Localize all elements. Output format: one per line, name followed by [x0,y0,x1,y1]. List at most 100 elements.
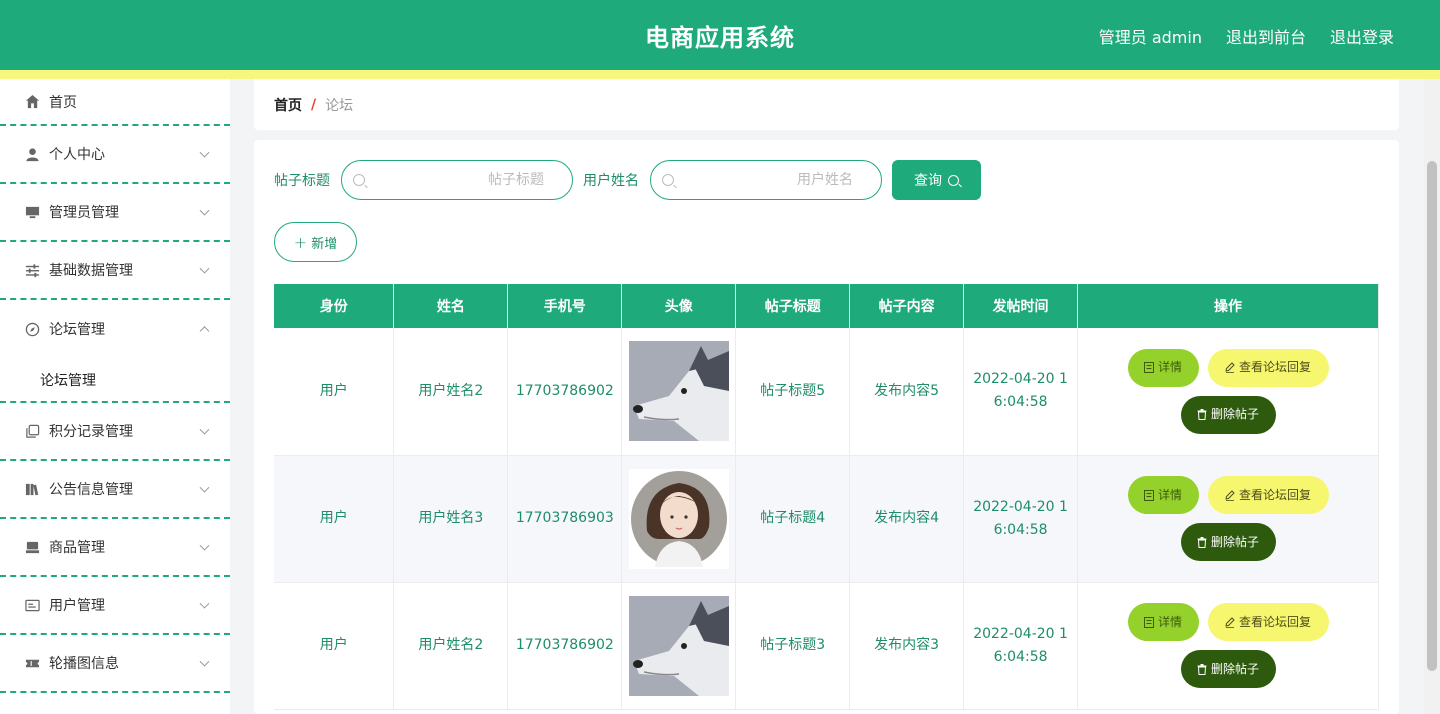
cell-time-line1: 2022-04-20 1 [973,498,1068,515]
detail-button-label: 详情 [1158,487,1183,502]
detail-button[interactable]: 详情 [1127,603,1199,641]
logout-link[interactable]: 退出登录 [1330,24,1394,48]
cell-avatar [621,328,737,456]
query-button[interactable]: 查询 [892,160,981,200]
detail-button[interactable]: 详情 [1127,348,1199,387]
sliders-icon [24,262,40,278]
id-card-icon [24,597,40,613]
cell-content: 发布内容4 [849,455,965,583]
sidebar-item-notice-management[interactable]: 公告信息管理 [0,461,230,519]
sidebar-item-points-record[interactable]: 积分记录管理 [0,403,230,461]
column-header: 手机号 [507,284,623,328]
cell-phone: 17703786902 [507,328,623,456]
chevron-down-icon [199,205,210,216]
cell-title: 帖子标题5 [735,328,851,456]
header-accent-strip [0,70,1440,79]
exit-to-front-link[interactable]: 退出到前台 [1226,24,1306,48]
table-row: 用户 用户姓名2 17703786902 帖子标题5 发布内容5 2022-04… [274,328,1379,456]
forum-table: 身份 姓名 手机号 头像 帖子标题 帖子内容 发帖时间 操作 用户 用户姓名2 … [274,284,1379,710]
cell-content: 发布内容5 [849,328,965,456]
cell-title: 帖子标题3 [735,582,851,710]
user-name-input[interactable] [681,161,853,199]
breadcrumb: 首页 / 论坛 [254,79,1399,130]
sidebar-item-goods-management[interactable]: 商品管理 [0,519,230,577]
cell-role: 用户 [274,582,395,710]
cell-actions: 详情 查看论坛回复 删除帖子 [1077,455,1379,583]
sidebar: 首页 个人中心 管理员管理 基础数据管理 论坛管理 论坛管理 积分记录管理 公告… [0,79,230,714]
sidebar-item-label: 基础数据管理 [49,263,133,279]
sidebar-item-user-management[interactable]: 用户管理 [0,577,230,635]
view-replies-button[interactable]: 查看论坛回复 [1207,603,1329,641]
sidebar-item-label: 论坛管理 [49,322,105,338]
breadcrumb-home[interactable]: 首页 [274,95,302,115]
view-replies-button-label: 查看论坛回复 [1239,487,1312,502]
breadcrumb-separator: / [311,96,317,113]
cell-time: 2022-04-20 1 6:04:58 [963,328,1079,456]
plus-icon: + [293,232,308,252]
monitor-icon [24,204,40,220]
husky-avatar-image[interactable] [628,341,729,442]
cell-content: 发布内容3 [849,582,965,710]
sidebar-item-admin-management[interactable]: 管理员管理 [0,184,230,242]
ticket-icon [24,655,40,671]
add-button[interactable]: + 新增 [274,222,357,262]
view-replies-button-label: 查看论坛回复 [1239,360,1312,375]
search-icon [353,174,365,186]
post-title-search-box [341,160,573,200]
cell-actions: 详情 查看论坛回复 删除帖子 [1077,582,1379,710]
delete-post-button[interactable]: 删除帖子 [1180,650,1276,688]
home-icon [24,94,40,110]
column-header: 发帖时间 [963,284,1079,328]
view-replies-button-label: 查看论坛回复 [1239,614,1312,629]
sidebar-item-basic-data[interactable]: 基础数据管理 [0,242,230,300]
cell-phone: 17703786902 [507,582,623,710]
sidebar-item-personal-center[interactable]: 个人中心 [0,126,230,184]
document-icon [1144,489,1154,501]
breadcrumb-current: 论坛 [325,97,354,114]
top-header: 电商应用系统 管理员 admin 退出到前台 退出登录 [0,0,1440,70]
current-user[interactable]: 管理员 admin [1099,24,1202,48]
chevron-down-icon [199,147,210,158]
sidebar-item-forum-management[interactable]: 论坛管理 [0,300,230,358]
girl-avatar-image[interactable] [628,468,729,569]
cell-avatar [621,582,737,710]
sidebar-item-home[interactable]: 首页 [0,79,230,126]
edit-icon [1225,616,1235,628]
sidebar-item-label: 积分记录管理 [49,424,133,440]
add-button-label: 新增 [311,236,338,252]
cell-name: 用户姓名2 [393,582,509,710]
chevron-down-icon [199,656,210,667]
user-icon [24,146,40,162]
chevron-up-icon [199,326,210,337]
cell-time: 2022-04-20 1 6:04:58 [963,582,1079,710]
search-form: 帖子标题 用户姓名 查询 [274,160,981,200]
view-replies-button[interactable]: 查看论坛回复 [1207,476,1329,514]
document-icon [1144,362,1154,374]
cell-time-line1: 2022-04-20 1 [973,371,1068,388]
forum-content-panel: 帖子标题 用户姓名 查询 + 新增 身份 姓名 手机号 头像 [254,140,1399,714]
husky-avatar-image[interactable] [628,595,729,696]
delete-post-button[interactable]: 删除帖子 [1180,395,1276,434]
table-row: 用户 用户姓名3 17703786903 帖子标题4 发布内容4 2022-04… [274,455,1379,583]
view-replies-button[interactable]: 查看论坛回复 [1207,348,1329,387]
query-button-label: 查询 [914,173,942,189]
header-actions: 管理员 admin 退出到前台 退出登录 [1099,24,1394,48]
chevron-down-icon [199,263,210,274]
edit-icon [1225,489,1235,501]
cell-avatar [621,455,737,583]
sidebar-item-label: 管理员管理 [49,205,119,221]
scrollbar-thumb[interactable] [1427,161,1437,671]
sidebar-item-label: 个人中心 [49,147,105,163]
submenu-forum-management[interactable]: 论坛管理 [0,358,230,403]
cell-phone: 17703786903 [507,455,623,583]
copy-icon [24,423,40,439]
compass-icon [24,321,40,337]
delete-post-button[interactable]: 删除帖子 [1180,523,1276,561]
cell-name: 用户姓名2 [393,328,509,456]
sidebar-item-carousel[interactable]: 轮播图信息 [0,635,230,693]
post-title-input[interactable] [372,161,544,199]
user-name-label: 用户姓名 [583,173,639,189]
detail-button[interactable]: 详情 [1127,476,1199,514]
page-scrollbar[interactable] [1424,79,1440,714]
cell-role: 用户 [274,455,395,583]
